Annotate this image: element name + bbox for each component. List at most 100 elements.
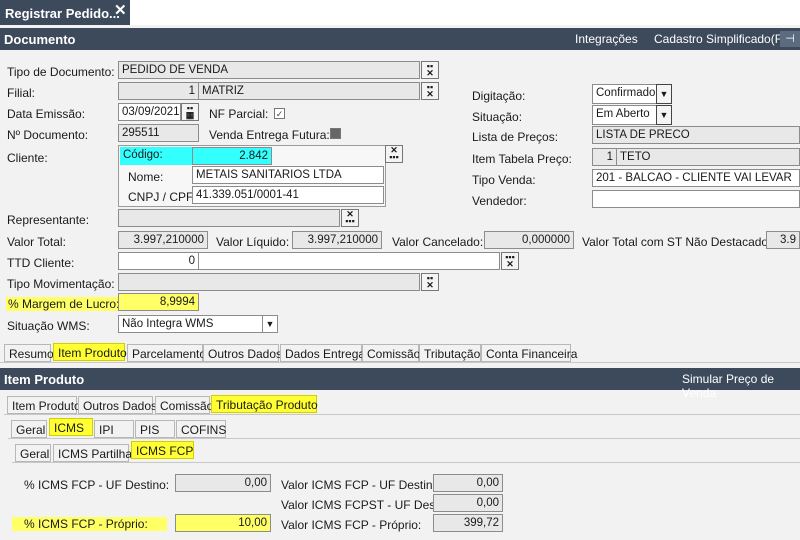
cliente-nome-field: METAIS SANITARIOS LTDA (192, 166, 384, 184)
filial-name-field: MATRIZ (198, 82, 420, 100)
cliente-lookup-icon[interactable]: ✕ ▪▪▪ (385, 145, 403, 163)
main-tab-comissao[interactable]: Comissão (362, 344, 420, 362)
situacao-wms-label: Situação WMS: (7, 319, 90, 333)
main-tab-tributacao[interactable]: Tributação (419, 344, 481, 362)
tax-tab-geral[interactable]: Geral (11, 420, 47, 438)
valor-fcp-proprio-field: 399,72 (433, 514, 503, 532)
situacao-label: Situação: (472, 110, 523, 124)
cliente-nome-label: Nome: (128, 170, 164, 184)
chevron-down-icon[interactable]: ▼ (656, 105, 672, 125)
valor-fcp-proprio-label: Valor ICMS FCP - Próprio: (281, 518, 422, 532)
digitacao-label: Digitação: (472, 89, 526, 103)
main-tab-conta-financeira[interactable]: Conta Financeira (481, 344, 577, 362)
fcp-proprio-pct-label: % ICMS FCP - Próprio: (12, 517, 167, 531)
main-tabs-divider (0, 362, 800, 363)
item-tab-outros-dados[interactable]: Outros Dados (78, 396, 157, 414)
item-tab-item-produto[interactable]: Item Produto (7, 396, 81, 414)
venda-entrega-futura-label: Venda Entrega Futura: (209, 128, 330, 142)
venda-entrega-futura-checkbox[interactable] (330, 128, 341, 139)
fcp-uf-destino-pct-label: % ICMS FCP - UF Destino: (24, 478, 170, 492)
main-tab-resumo[interactable]: Resumo (4, 344, 54, 362)
valor-total-field: 3.997,210000 (118, 231, 208, 249)
cliente-codigo-field[interactable]: 2.842 (192, 147, 272, 165)
lista-precos-label: Lista de Preços: (472, 130, 559, 144)
digitacao-select[interactable]: Confirmado (592, 84, 657, 104)
icms-tab-fcp[interactable]: ICMS FCP (131, 441, 194, 459)
fcp-uf-destino-pct-field: 0,00 (175, 474, 271, 492)
representante-label: Representante: (7, 213, 90, 227)
item-produto-title: Item Produto (4, 372, 85, 387)
valor-fcp-uf-destino-field: 0,00 (433, 474, 503, 492)
tipo-documento-lookup-icon[interactable]: ▪▪ ✕ (421, 61, 439, 79)
valor-total-st-field: 3.9 (766, 231, 800, 249)
tax-tab-pis[interactable]: PIS (135, 420, 175, 438)
item-tab-tributacao-produto[interactable]: Tributação Produto (211, 395, 318, 413)
icms-tab-partilha[interactable]: ICMS Partilha (53, 444, 132, 462)
vendedor-label: Vendedor: (472, 194, 527, 208)
fcp-proprio-pct-field[interactable]: 10,00 (175, 514, 271, 532)
data-emissao-label: Data Emissão: (7, 107, 86, 121)
vendedor-field[interactable] (592, 190, 800, 208)
documento-title: Documento (4, 32, 76, 47)
valor-cancelado-field: 0,000000 (484, 231, 574, 249)
item-tabela-preco-field: TETO (616, 148, 800, 166)
window-tab[interactable]: Registrar Pedido... ✕ (0, 0, 130, 25)
tipo-venda-field[interactable]: 201 - BALCAO - CLIENTE VAI LEVAR (592, 169, 800, 187)
tax-tab-ipi[interactable]: IPI (94, 420, 134, 438)
tipo-movimentacao-lookup-icon[interactable]: ▪▪ ✕ (421, 273, 439, 291)
main-tab-outros-dados[interactable]: Outros Dados (203, 344, 282, 362)
item-tabela-preco-code[interactable]: 1 (592, 148, 617, 166)
close-icon[interactable]: ✕ (114, 1, 127, 19)
item-tabela-preco-label: Item Tabela Preço: (472, 152, 572, 166)
n-documento-label: Nº Documento: (7, 128, 89, 142)
tipo-venda-label: Tipo Venda: (472, 173, 536, 187)
valor-fcpst-uf-destino-label: Valor ICMS FCPST - UF Destino (281, 498, 433, 512)
icms-tabs-divider (12, 462, 800, 463)
cadastro-simplificado-link[interactable]: Cadastro Simplificado(F3) (654, 32, 793, 46)
tipo-movimentacao-field[interactable] (118, 273, 420, 291)
situacao-wms-select[interactable]: Não Integra WMS (118, 315, 263, 333)
representante-lookup-icon[interactable]: ✕ ▪▪▪ (341, 209, 359, 227)
representante-field[interactable] (118, 209, 340, 227)
main-tab-dados-entrega[interactable]: Dados Entrega (280, 344, 365, 362)
filial-label: Filial: (7, 86, 36, 100)
tipo-documento-label: Tipo de Documento: (7, 65, 115, 79)
valor-fcpst-uf-destino-field: 0,00 (433, 494, 503, 512)
margem-lucro-label: % Margem de Lucro: (6, 297, 122, 311)
chevron-down-icon[interactable]: ▼ (262, 315, 278, 333)
nf-parcial-label: NF Parcial: (209, 107, 269, 121)
tax-tab-icms[interactable]: ICMS (49, 418, 93, 436)
situacao-select[interactable]: Em Aberto (592, 105, 657, 125)
valor-liquido-field: 3.997,210000 (292, 231, 382, 249)
main-tab-item-produto[interactable]: Item Produto (53, 343, 127, 361)
filial-code-field[interactable]: 1 (118, 82, 199, 100)
simular-preco-link[interactable]: Simular Preço de Venda (682, 372, 800, 400)
tax-tabs-divider (8, 438, 800, 439)
n-documento-field: 295511 (118, 124, 199, 142)
cliente-cnpj-field: 41.339.051/0001-41 (192, 186, 384, 204)
lista-precos-field: LISTA DE PRECO (592, 126, 800, 144)
cliente-codigo-label: Código: (120, 147, 192, 165)
nf-parcial-checkbox[interactable]: ✓ (274, 108, 285, 119)
tax-tab-cofins[interactable]: COFINS (176, 420, 226, 438)
chevron-down-icon[interactable]: ▼ (656, 84, 672, 104)
valor-total-label: Valor Total: (7, 235, 66, 249)
ttd-cliente-label: TTD Cliente: (7, 256, 75, 270)
documento-header: Documento Integrações Cadastro Simplific… (0, 28, 800, 50)
pin-icon[interactable]: ⊣ (780, 31, 800, 47)
ttd-cliente-code[interactable]: 0 (118, 252, 199, 270)
data-emissao-field[interactable]: 03/09/2021 (118, 103, 181, 121)
tipo-documento-field[interactable]: PEDIDO DE VENDA (118, 61, 420, 79)
item-produto-header: Item Produto Simular Preço de Venda (0, 368, 800, 400)
item-tab-comissao[interactable]: Comissão (155, 396, 213, 414)
calendar-icon[interactable]: ▪▪ ▦ (181, 103, 199, 121)
tipo-movimentacao-label: Tipo Movimentação: (7, 277, 115, 291)
item-tabs-divider (4, 414, 800, 415)
filial-lookup-icon[interactable]: ▪▪ ✕ (421, 82, 439, 100)
valor-cancelado-label: Valor Cancelado: (392, 235, 484, 249)
valor-liquido-label: Valor Líquido: (216, 235, 290, 249)
integracoes-link[interactable]: Integrações (575, 32, 638, 46)
main-tab-parcelamento[interactable]: Parcelamento (127, 344, 206, 362)
icms-tab-geral[interactable]: Geral (15, 444, 51, 462)
ttd-cliente-lookup-icon[interactable]: ▪▪▪ ✕ (501, 252, 519, 270)
